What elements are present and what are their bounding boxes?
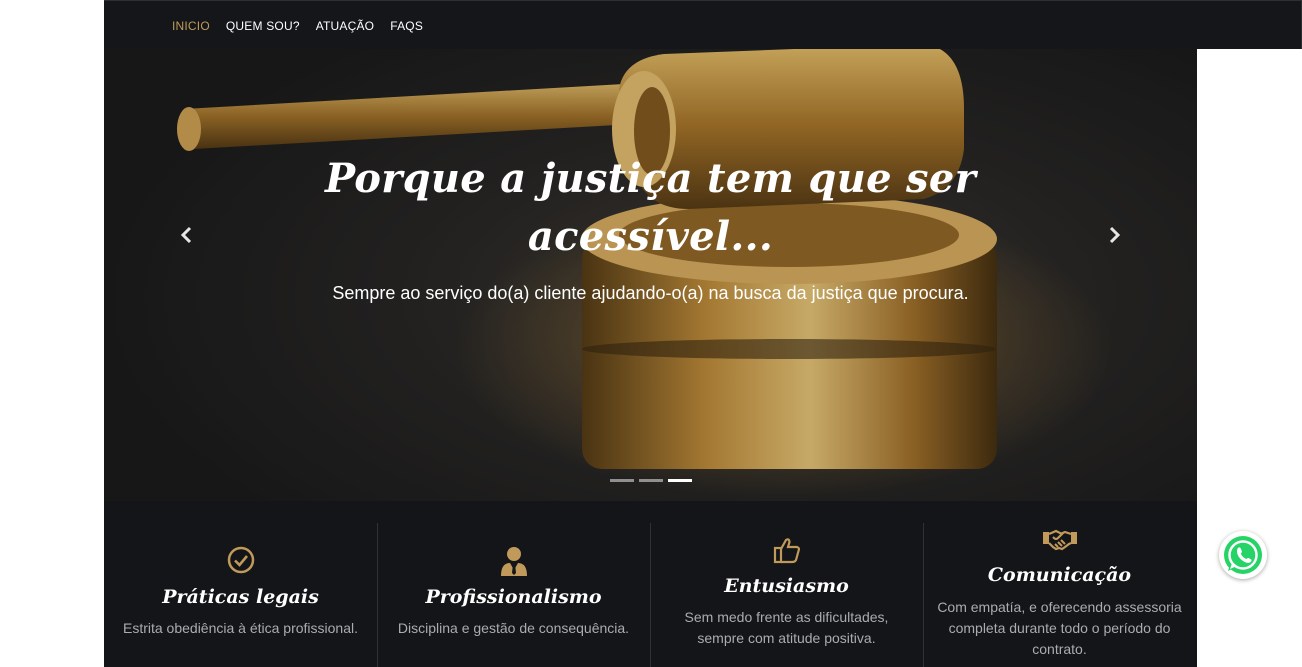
user-tie-icon (500, 547, 527, 576)
feature-description-line: completa durante todo o período do (948, 620, 1171, 636)
feature-description-line: Estrita obediência à ética profissional. (122, 620, 359, 636)
nav-item-inicio[interactable]: INICIO (172, 19, 210, 33)
hero-carousel: Porque a justiça tem que ser acessível..… (104, 49, 1197, 501)
feature-description-line: Sem medo frente as dificultades, (684, 609, 889, 625)
handshake-icon (1042, 529, 1077, 551)
nav-item-atuacao[interactable]: ATUAÇÃO (316, 19, 375, 33)
thumbs-up-icon (773, 538, 800, 564)
hero-title-line-1: Porque a justiça tem que ser (324, 155, 977, 202)
carousel-indicators (610, 479, 692, 482)
carousel-next-button[interactable] (1105, 225, 1125, 249)
hero-subtitle: Sempre ao serviço do(a) cliente ajudando… (332, 283, 969, 303)
feature-description: Sem medo frente as dificultades, sempre … (660, 607, 913, 649)
whatsapp-icon (1224, 536, 1262, 574)
feature-description: Estrita obediência à ética profissional. (114, 618, 367, 639)
hero-overlay (104, 49, 1197, 501)
feature-title: Comunicação (987, 564, 1132, 586)
nav-item-faqs[interactable]: FAQS (390, 19, 423, 33)
chevron-left-icon (180, 226, 192, 244)
feature-description-line: Com empatía, e oferecendo assessoria (937, 599, 1182, 615)
feature-description: Disciplina e gestão de consequência. (387, 618, 640, 639)
feature-praticas-legais: Práticas legais Estrita obediência à éti… (104, 501, 377, 667)
nav-menu: INICIO QUEM SOU? ATUAÇÃO FAQS (172, 1, 439, 50)
feature-description: Com empatía, e oferecendo assessoria com… (933, 597, 1186, 660)
feature-title: Entusiasmo (724, 575, 849, 597)
feature-title: Práticas legais (162, 586, 319, 608)
check-circle-icon (227, 546, 254, 574)
navbar: INICIO QUEM SOU? ATUAÇÃO FAQS (104, 0, 1302, 49)
feature-profissionalismo: Profissionalismo Disciplina e gestão de … (377, 501, 650, 667)
feature-entusiasmo: Entusiasmo Sem medo frente as dificultad… (650, 501, 923, 667)
carousel-indicator-1[interactable] (610, 479, 634, 482)
whatsapp-button[interactable] (1219, 531, 1267, 579)
carousel-prev-button[interactable] (176, 225, 196, 249)
feature-title: Profissionalismo (425, 586, 602, 608)
hero-title-line-2: acessível... (527, 213, 774, 260)
chevron-right-icon (1109, 226, 1121, 244)
carousel-indicator-3[interactable] (668, 479, 692, 482)
features-section: Práticas legais Estrita obediência à éti… (104, 501, 1197, 667)
feature-comunicacao: Comunicação Com empatía, e oferecendo as… (923, 501, 1196, 667)
hero-title: Porque a justiça tem que ser acessível..… (264, 150, 1037, 266)
feature-description-line: sempre com atitude positiva. (697, 630, 876, 646)
feature-description-line: contrato. (1032, 641, 1087, 657)
carousel-indicator-2[interactable] (639, 479, 663, 482)
nav-item-quem-sou[interactable]: QUEM SOU? (226, 19, 300, 33)
feature-description-line: Disciplina e gestão de consequência. (397, 620, 630, 636)
